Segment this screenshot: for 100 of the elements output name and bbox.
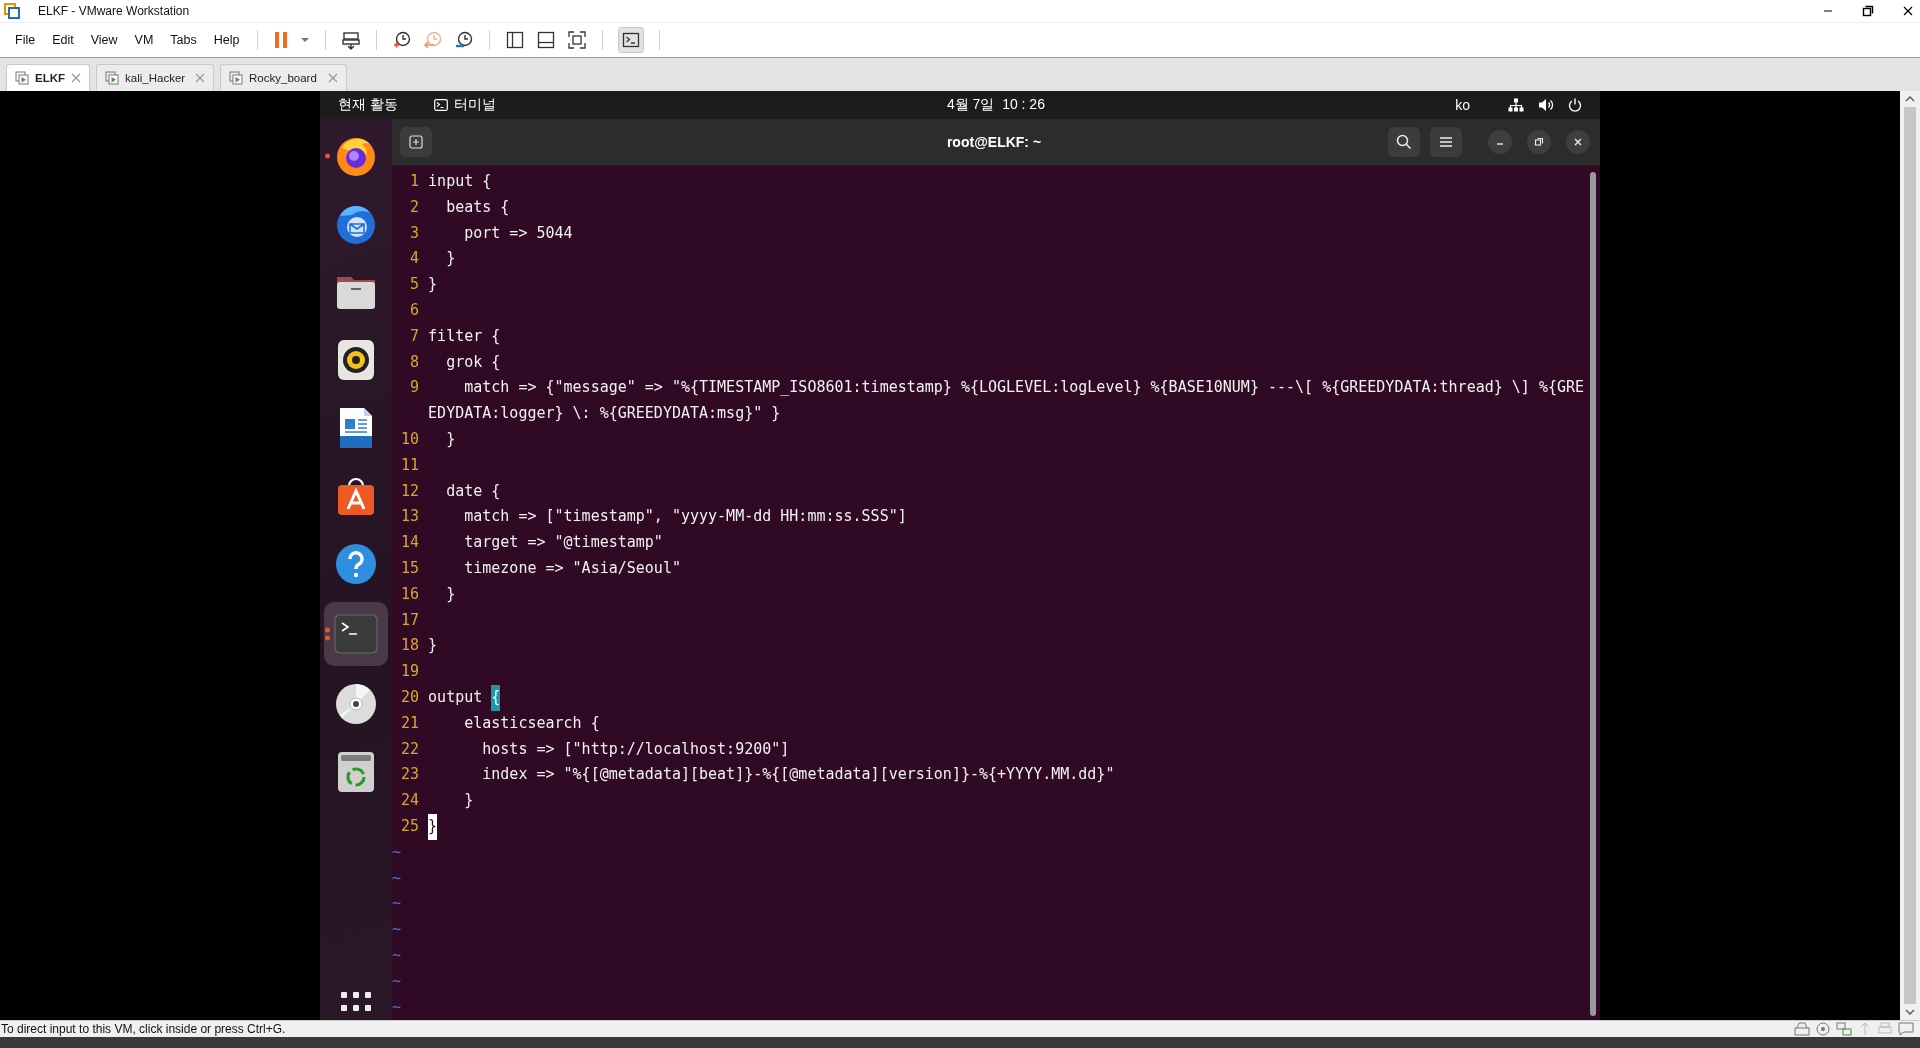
search-button[interactable] [1388,127,1420,157]
line-number: 23 [400,764,420,786]
code-line: match => {"message" => "%{TIMESTAMP_ISO8601:timestamp} %{LOGLEVEL:logLevel} %{BASE10NUM} ---\[ %{GREEDYDATA:thread} \] %{GREEDYDATA:logger} \: %{GREEDYDATA:msg}" } [428,377,1585,425]
console-icon [622,31,641,49]
bottom-panel-layout-icon[interactable] [536,30,557,50]
menu-item[interactable]: VM [131,33,157,47]
disc-icon[interactable] [334,682,378,726]
line-number: 6 [409,300,420,321]
new-tab-button[interactable] [400,127,432,157]
menu-item[interactable]: View [87,33,121,47]
network-icon[interactable] [1508,98,1524,112]
code-line: beats { [445,196,510,218]
empty-line-marker: ~ [392,919,402,941]
code-line: match => ["timestamp", "yyyy-MM-dd HH:mm:ss.SSS"] [463,506,907,528]
vm-icon [105,71,120,85]
clock[interactable]: 4월 7일 10 : 26 [946,96,1045,114]
empty-line-marker: ~ [392,893,402,915]
restore-icon[interactable] [1862,5,1874,17]
power-icon[interactable] [1568,98,1582,112]
network-adapter-icon[interactable] [1836,1022,1852,1036]
terminal-icon[interactable] [334,614,378,654]
code-line: filter { [428,325,501,347]
volume-icon[interactable] [1538,98,1554,112]
app-logo-icon [4,3,20,19]
menu-item[interactable]: Edit [49,33,77,47]
matching-bracket: { [491,684,501,711]
line-number: 15 [400,557,420,579]
menu-item[interactable]: Tabs [167,33,200,47]
line-number: 16 [400,583,420,605]
scrollbar[interactable] [1590,172,1596,1016]
code-line: } [445,248,456,270]
line-number: 25 [400,815,420,837]
close-icon [1573,137,1583,147]
pause-icon[interactable] [273,31,290,49]
line-number: 12 [400,480,420,502]
empty-line-marker: ~ [392,996,402,1018]
plus-icon [409,135,423,149]
input-method-indicator[interactable]: ko [1455,97,1470,113]
terminal-app-icon [433,99,448,111]
close-button[interactable] [1566,130,1590,154]
empty-line-marker: ~ [392,841,402,863]
window-title: ELKF - VMware Workstation [38,4,190,18]
line-number: 24 [400,790,420,812]
line-number: 11 [400,454,420,476]
disc-drive-icon[interactable] [1816,1022,1830,1036]
line-number: 20 [400,686,420,708]
vm-tab[interactable]: ELKF [6,64,91,91]
code-line: timezone => "Asia/Seoul" [463,557,681,579]
close-icon[interactable] [1902,5,1914,17]
clock-plus-icon[interactable] [392,30,413,50]
code-line: } [428,635,438,657]
line-number: 1 [409,171,420,192]
line-number: 13 [400,506,420,528]
vm-icon [229,71,244,85]
line-number: 7 [409,325,420,347]
code-line: hosts => ["http://localhost:9200"] [481,738,790,760]
caret-icon[interactable] [300,37,311,43]
line-number: 5 [409,274,420,296]
code-line: } [445,583,456,605]
code-line: output [428,686,484,708]
code-line: index => "%{[@metadata][beat]}-%{[@metadata][version]}-%{+YYYY.MM.dd}" [481,764,1115,786]
full-screen-icon[interactable] [567,30,588,50]
code-line: date { [445,480,501,502]
search-icon [1396,134,1412,150]
empty-line-marker: ~ [392,944,402,966]
empty-line-marker: ~ [392,970,402,992]
console-view-button[interactable] [618,27,645,53]
code-line: } [428,274,438,296]
menu-item[interactable]: Help [210,33,243,47]
sidebar-layout-icon[interactable] [505,30,526,50]
text-cursor: } [428,813,438,840]
line-number: 3 [409,222,420,244]
app-menu-label[interactable]: 터미널 [453,96,496,114]
minimize-button[interactable] [1488,130,1512,154]
line-number: 2 [409,196,420,218]
vm-tab[interactable]: kali_Hacker [96,64,215,91]
line-number: 8 [409,351,420,373]
code-line: } [445,428,456,450]
scrollbar[interactable] [1900,91,1920,1020]
restore-button[interactable] [1527,130,1551,154]
line-number: 10 [400,428,420,450]
line-number: 18 [400,635,420,657]
code-line: grok { [445,351,501,373]
line-number: 21 [400,712,420,734]
help-icon[interactable] [334,542,378,586]
code-line: target => "@timestamp" [463,532,663,554]
empty-line-marker: ~ [392,867,402,889]
activities-button[interactable]: 현재 활동 [338,96,398,114]
vm-tab[interactable]: Rocky_board [220,64,348,91]
menu-button[interactable] [1430,127,1462,157]
menu-item[interactable]: File [12,33,39,47]
line-number: 17 [400,609,420,631]
app-grid-icon[interactable] [341,992,371,1012]
menu-icon [1439,136,1453,148]
code-line: port => 5044 [463,222,573,244]
code-line: } [463,790,474,812]
line-number: 22 [400,738,420,760]
message-icon[interactable] [1898,1022,1914,1036]
code-line: input { [428,171,492,192]
trash-icon[interactable] [336,750,376,794]
